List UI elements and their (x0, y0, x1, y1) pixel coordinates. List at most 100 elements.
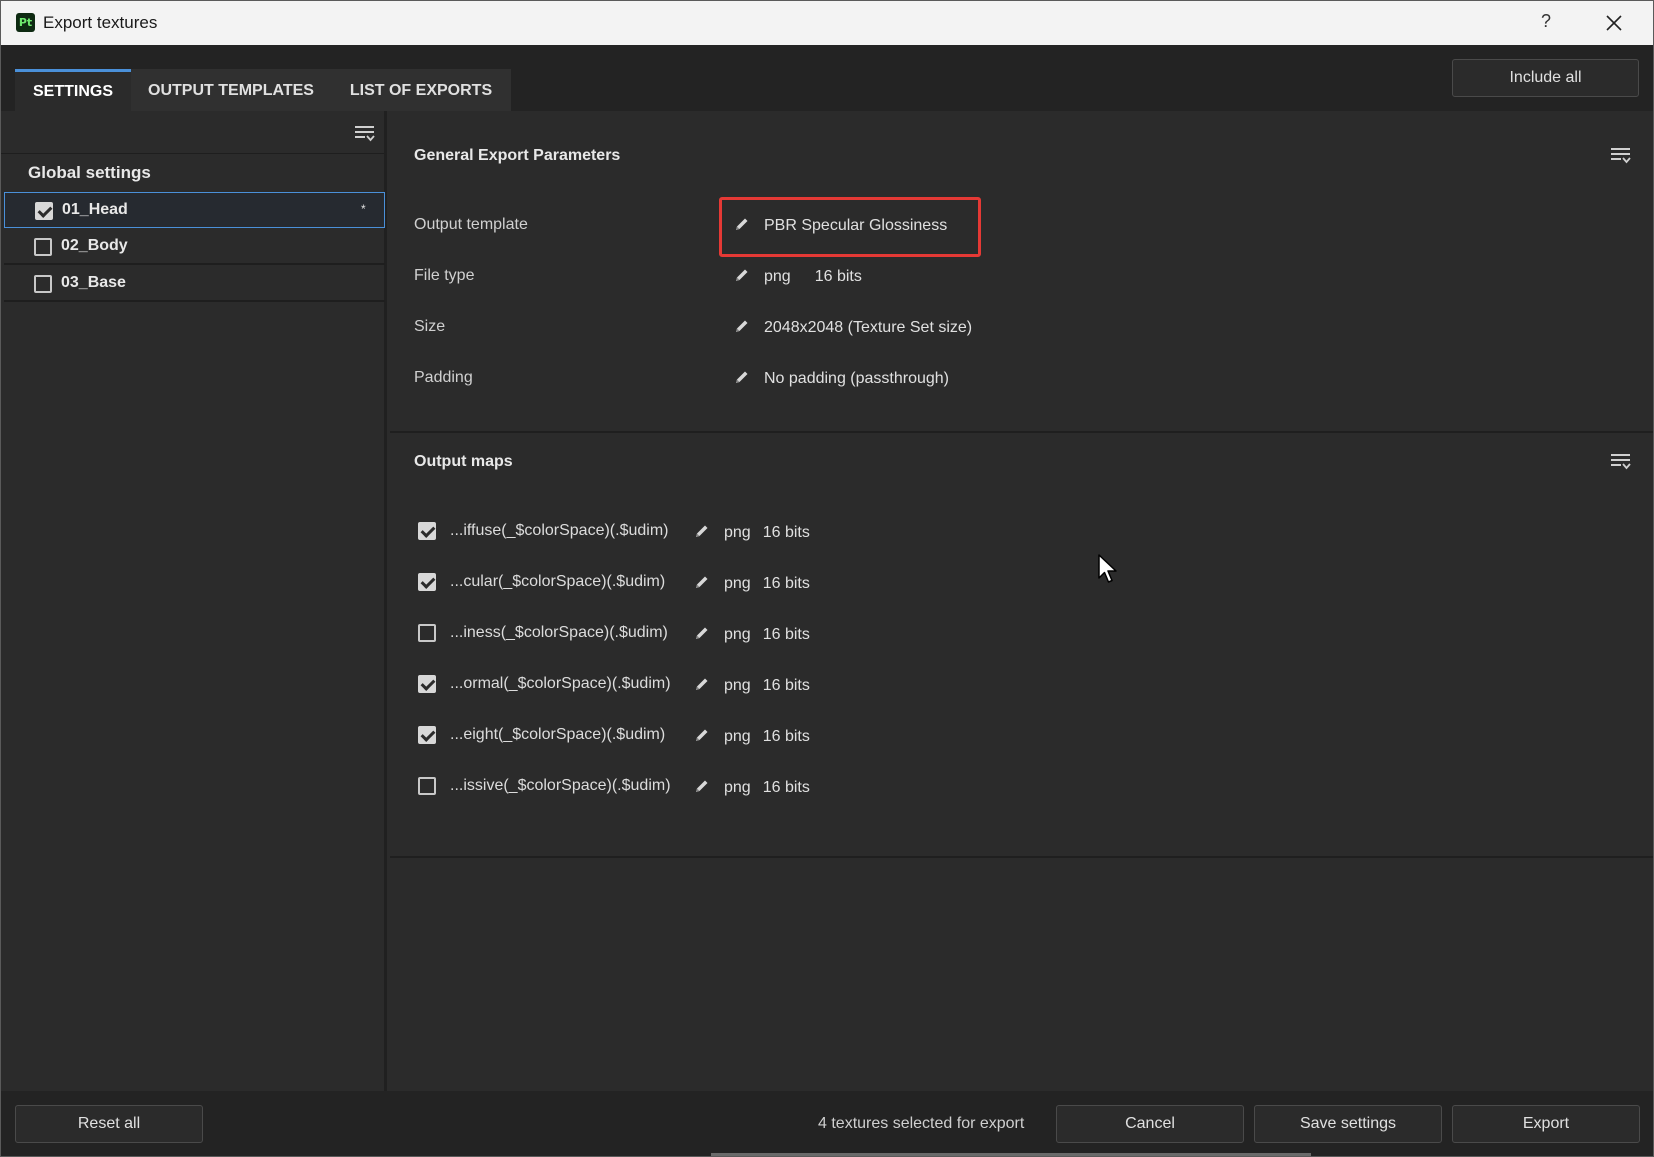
map-format-text: png (724, 524, 751, 541)
export-status-text: 4 textures selected for export (818, 1115, 1025, 1132)
map-bits-text: 16 bits (762, 677, 810, 694)
mouse-cursor-icon (1098, 554, 1117, 583)
reset-all-button[interactable]: Reset all (15, 1105, 203, 1143)
edit-pencil-icon[interactable] (694, 574, 710, 590)
output-map-format[interactable]: png 16 bits (694, 625, 810, 644)
section-divider (390, 856, 1653, 858)
texture-set-checkbox[interactable] (35, 202, 53, 220)
map-format-text: png (724, 677, 751, 694)
output-map-checkbox[interactable] (418, 573, 436, 591)
size-value[interactable]: 2048x2048 (Texture Set size) (734, 318, 972, 337)
window-resize-strip (711, 1153, 1311, 1156)
edit-pencil-icon[interactable] (694, 523, 710, 539)
include-all-button[interactable]: Include all (1452, 59, 1639, 97)
map-format-text: png (724, 626, 751, 643)
map-bits-text: 16 bits (762, 575, 810, 592)
settings-panel: General Export Parameters Output templat… (390, 111, 1653, 1091)
edit-pencil-icon[interactable] (694, 778, 710, 794)
output-map-row: ...iffuse(_$colorSpace)(.$udim) png 16 bi… (414, 518, 1014, 546)
output-map-name: ...iffuse(_$colorSpace)(.$udim) (450, 522, 669, 539)
texture-set-panel: Global settings 01_Head * 02_Body 03_Bas… (1, 111, 387, 1091)
edit-pencil-icon[interactable] (694, 727, 710, 743)
help-button[interactable]: ? (1531, 11, 1561, 35)
texture-set-row-02-body[interactable]: 02_Body (4, 229, 385, 265)
texture-set-label: 02_Body (61, 237, 128, 254)
close-icon (1606, 15, 1622, 31)
output-template-value[interactable]: PBR Specular Glossiness (734, 216, 947, 235)
modified-marker: * (361, 202, 366, 216)
file-type-bits: 16 bits (814, 268, 862, 285)
edit-pencil-icon[interactable] (734, 318, 750, 334)
close-button[interactable] (1599, 9, 1629, 37)
texture-set-row-01-head[interactable]: 01_Head * (4, 192, 385, 228)
texture-set-label: 01_Head (62, 201, 128, 218)
section-divider (390, 431, 1653, 433)
dialog-footer: Reset all 4 textures selected for export… (1, 1091, 1653, 1156)
output-map-row: ...cular(_$colorSpace)(.$udim) png 16 bit… (414, 569, 1014, 597)
edit-pencil-icon[interactable] (734, 267, 750, 283)
window-title: Export textures (43, 13, 158, 32)
output-map-name: ...ormal(_$colorSpace)(.$udim) (450, 675, 671, 692)
file-type-value[interactable]: png 16 bits (734, 267, 862, 286)
output-maps-title: Output maps (414, 453, 513, 470)
edit-pencil-icon[interactable] (734, 369, 750, 385)
size-label: Size (414, 318, 446, 335)
title-bar: Pt Export textures ? (1, 1, 1653, 45)
output-template-text: PBR Specular Glossiness (764, 217, 948, 234)
output-map-format[interactable]: png 16 bits (694, 523, 810, 542)
output-map-row: ...iness(_$colorSpace)(.$udim) png 16 bit… (414, 620, 1014, 648)
output-map-row: ...eight(_$colorSpace)(.$udim) png 16 bit… (414, 722, 1014, 750)
output-map-checkbox[interactable] (418, 624, 436, 642)
map-format-text: png (724, 728, 751, 745)
general-export-parameters-title: General Export Parameters (414, 147, 621, 164)
output-map-name: ...eight(_$colorSpace)(.$udim) (450, 726, 666, 743)
output-map-row: ...issive(_$colorSpace)(.$udim) png 16 bi… (414, 773, 1014, 801)
app-logo-icon: Pt (16, 13, 35, 32)
tab-list-of-exports[interactable]: LIST OF EXPORTS (331, 69, 511, 111)
map-format-text: png (724, 575, 751, 592)
tab-bar: SETTINGS OUTPUT TEMPLATES LIST OF EXPORT… (1, 45, 1653, 111)
output-maps-options-menu-icon[interactable] (1610, 451, 1632, 471)
output-map-checkbox[interactable] (418, 726, 436, 744)
output-map-format[interactable]: png 16 bits (694, 676, 810, 695)
save-settings-button[interactable]: Save settings (1254, 1105, 1442, 1143)
texture-set-row-03-base[interactable]: 03_Base (4, 266, 385, 302)
output-map-name: ...cular(_$colorSpace)(.$udim) (450, 573, 666, 590)
map-format-text: png (724, 779, 751, 796)
export-textures-dialog: Pt Export textures ? SETTINGS OUTPUT TEM… (0, 0, 1654, 1157)
output-map-checkbox[interactable] (418, 675, 436, 693)
texture-set-checkbox[interactable] (34, 275, 52, 293)
tab-output-templates[interactable]: OUTPUT TEMPLATES (131, 69, 331, 111)
output-map-row: ...ormal(_$colorSpace)(.$udim) png 16 bit… (414, 671, 1014, 699)
edit-pencil-icon[interactable] (694, 676, 710, 692)
output-map-format[interactable]: png 16 bits (694, 574, 810, 593)
output-map-name: ...issive(_$colorSpace)(.$udim) (450, 777, 671, 794)
map-bits-text: 16 bits (762, 779, 810, 796)
map-bits-text: 16 bits (762, 728, 810, 745)
texture-set-toolbar (1, 111, 384, 154)
general-options-menu-icon[interactable] (1610, 145, 1632, 165)
edit-pencil-icon[interactable] (734, 216, 750, 232)
global-settings-item[interactable]: Global settings (28, 163, 151, 183)
file-type-label: File type (414, 267, 475, 284)
cancel-button[interactable]: Cancel (1056, 1105, 1244, 1143)
tab-settings[interactable]: SETTINGS (15, 69, 131, 111)
output-map-checkbox[interactable] (418, 777, 436, 795)
texture-set-checkbox[interactable] (34, 238, 52, 256)
padding-value[interactable]: No padding (passthrough) (734, 369, 949, 388)
output-map-checkbox[interactable] (418, 522, 436, 540)
file-type-format: png (764, 268, 791, 285)
map-bits-text: 16 bits (762, 626, 810, 643)
output-template-label: Output template (414, 216, 528, 233)
export-button[interactable]: Export (1452, 1105, 1640, 1143)
padding-label: Padding (414, 369, 473, 386)
map-bits-text: 16 bits (762, 524, 810, 541)
texture-set-label: 03_Base (61, 274, 126, 291)
size-text: 2048x2048 (Texture Set size) (764, 319, 973, 336)
output-map-format[interactable]: png 16 bits (694, 727, 810, 746)
list-options-menu-icon[interactable] (354, 123, 376, 143)
padding-text: No padding (passthrough) (764, 370, 950, 387)
output-map-format[interactable]: png 16 bits (694, 778, 810, 797)
output-map-name: ...iness(_$colorSpace)(.$udim) (450, 624, 668, 641)
edit-pencil-icon[interactable] (694, 625, 710, 641)
